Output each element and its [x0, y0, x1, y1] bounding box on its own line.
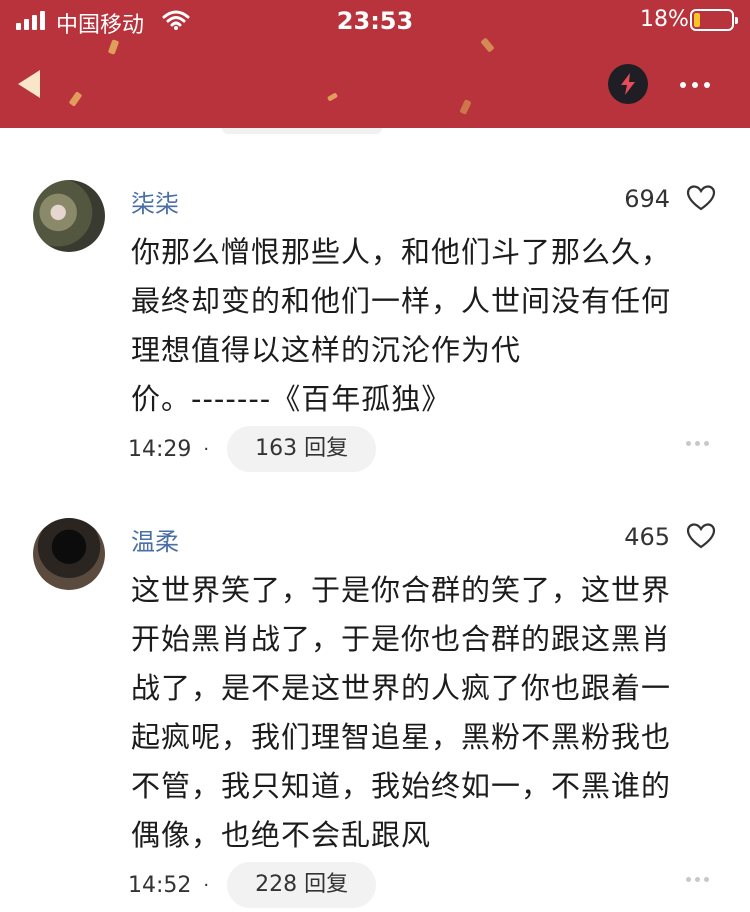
- lightning-icon: [621, 73, 635, 95]
- comment-line: 价。-------《百年孤独》: [131, 382, 452, 416]
- separator-dot: ·: [203, 874, 210, 896]
- more-dots-icon: [686, 876, 691, 882]
- confetti-decoration: [68, 91, 83, 107]
- reply-button[interactable]: 228 回复: [227, 862, 377, 908]
- comment-time: 14:52: [128, 872, 192, 898]
- separator-dot: ·: [203, 438, 210, 460]
- avatar[interactable]: [33, 518, 105, 590]
- comment-more-button[interactable]: [686, 436, 716, 450]
- app-header: 中国移动 23:53 18%: [0, 0, 750, 128]
- comment-meta: 14:29 · 163 回复: [128, 426, 377, 472]
- comment-text: 这世界笑了，于是你合群的笑了，这世界 开始黑肖战了，于是你也合群的跟这黑肖 战了…: [131, 566, 721, 860]
- comment-line: 开始黑肖战了，于是你也合群的跟这黑肖: [131, 622, 672, 656]
- comment-line: 不管，我只知道，我始终如一，不黑谁的: [131, 769, 672, 803]
- comment-more-button[interactable]: [686, 872, 716, 886]
- scroll-edge: [222, 128, 382, 134]
- username[interactable]: 柒柒: [131, 184, 179, 219]
- clock: 23:53: [336, 7, 414, 35]
- lightning-button[interactable]: [608, 64, 648, 104]
- like-count: 465: [624, 523, 670, 551]
- confetti-decoration: [459, 99, 472, 115]
- back-icon: [18, 70, 40, 98]
- comment-meta: 14:52 · 228 回复: [128, 862, 377, 908]
- battery-icon: [690, 9, 738, 31]
- heart-icon[interactable]: [686, 184, 716, 212]
- comment-line: 战了，是不是这世界的人疯了你也跟着一: [131, 671, 672, 705]
- comment-line: 最终却变的和他们一样，人世间没有任何: [131, 284, 672, 318]
- back-button[interactable]: [10, 64, 50, 104]
- more-dots-icon: [686, 440, 691, 446]
- more-icon: [680, 82, 686, 88]
- like-count: 694: [624, 185, 670, 213]
- comment-time: 14:29: [128, 436, 192, 462]
- battery-percent: 18%: [640, 7, 689, 32]
- comment-line: 你那么憎恨那些人，和他们斗了那么久，: [131, 235, 672, 269]
- avatar[interactable]: [33, 180, 105, 252]
- comment-line: 起疯呢，我们理智追星，黑粉不黑粉我也: [131, 720, 672, 754]
- username[interactable]: 温柔: [131, 522, 179, 557]
- comment-line: 理想值得以这样的沉沦作为代: [131, 333, 522, 367]
- comment-line: 偶像，也绝不会乱跟风: [131, 818, 432, 852]
- comment-text: 你那么憎恨那些人，和他们斗了那么久， 最终却变的和他们一样，人世间没有任何 理想…: [131, 228, 721, 424]
- status-bar: 中国移动 23:53 18%: [0, 0, 750, 40]
- more-button[interactable]: [670, 70, 720, 100]
- confetti-decoration: [107, 39, 120, 55]
- heart-icon[interactable]: [686, 522, 716, 550]
- comment-line: 这世界笑了，于是你合群的笑了，这世界: [131, 573, 672, 607]
- reply-button[interactable]: 163 回复: [227, 426, 377, 472]
- confetti-decoration: [326, 92, 339, 102]
